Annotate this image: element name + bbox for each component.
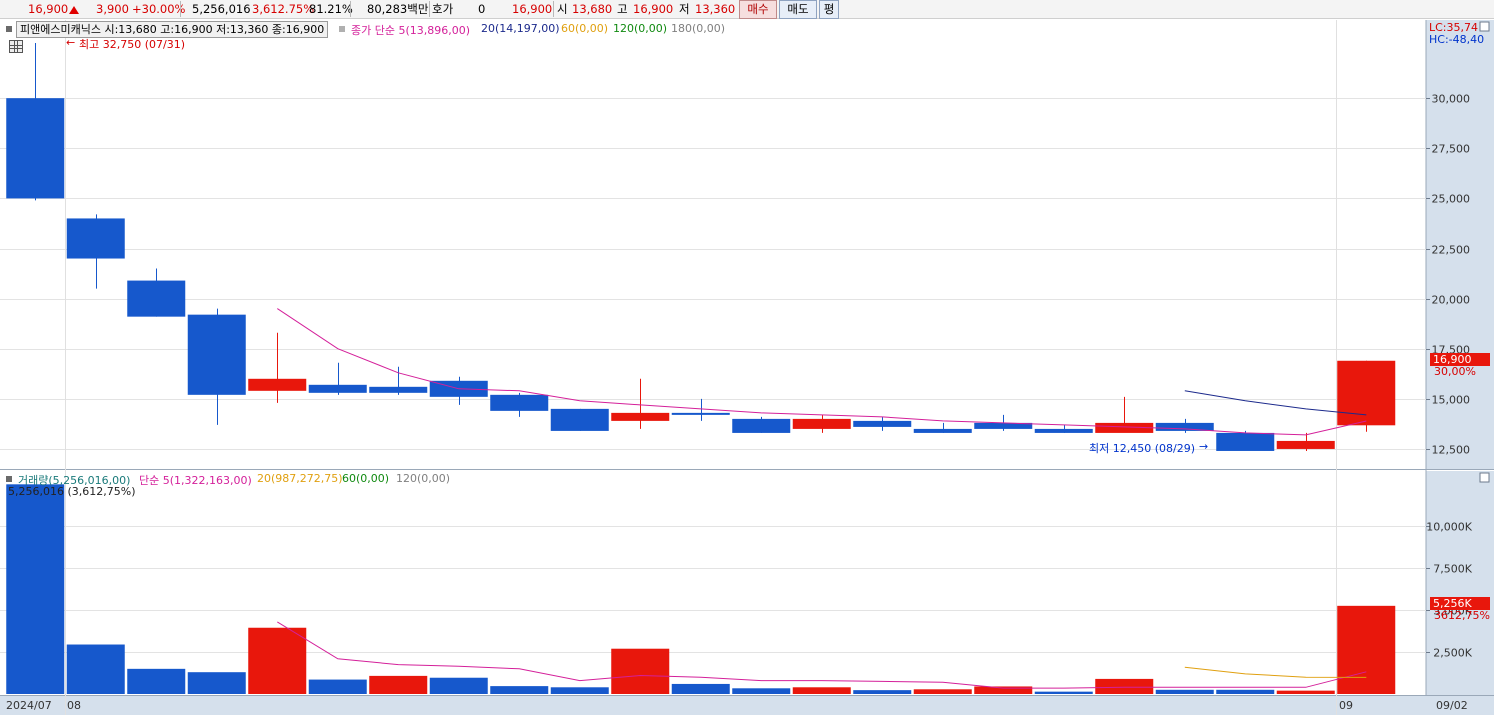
volume-bar (490, 686, 549, 694)
candle-body (1276, 440, 1335, 449)
expand-icon[interactable] (1479, 21, 1490, 32)
legend-vol-ma60: 60(0,00) (342, 472, 390, 485)
time-axis-panel (0, 695, 1494, 715)
volume-bar (187, 672, 246, 694)
volume-bar (308, 679, 367, 694)
volume-bar (913, 689, 972, 694)
candle-body (1216, 432, 1275, 451)
time-axis-label: 09 (1339, 699, 1353, 712)
low-note: 최저 12,450 (08/29) (1089, 442, 1196, 455)
high-note: 최고 32,750 (07/31) (79, 38, 186, 51)
last-pct-tag: 30,00% (1434, 365, 1476, 378)
low-arrow-icon: → (1199, 440, 1209, 453)
volume-bar (671, 683, 730, 694)
candle-body (127, 280, 186, 317)
candle-body (308, 384, 367, 393)
price-tick-label: 20,000 (1432, 294, 1471, 307)
volume-bar (853, 690, 912, 694)
time-axis-label: 09/02 (1436, 699, 1468, 712)
candle-body (187, 314, 246, 395)
candle-body (792, 418, 851, 429)
volume-tick-label: 10,000K (1426, 521, 1472, 534)
expand-volume-icon[interactable] (1479, 472, 1490, 483)
candle-body (248, 378, 307, 391)
candle-body (6, 98, 65, 199)
volume-bar (974, 686, 1033, 694)
candle-body (66, 218, 125, 259)
candle-body (732, 418, 791, 433)
price-tick-label: 22,500 (1432, 244, 1471, 257)
price-tick-label: 25,000 (1432, 193, 1471, 206)
legend-vol-ma20: 20(987,272,75) (257, 472, 343, 485)
volume-bar (1276, 690, 1335, 694)
volume-bar (792, 687, 851, 694)
candle-body (611, 412, 670, 421)
candle-body (490, 394, 549, 411)
legend-ma60: 60(0,00) (561, 22, 609, 35)
volume-bar (732, 688, 791, 694)
volume-axis-panel (1426, 471, 1494, 695)
volume-bar (611, 648, 670, 694)
last-volume-pct-tag: 3612,75% (1434, 609, 1490, 622)
candle-body (550, 408, 609, 431)
ma-handle-icon[interactable] (339, 26, 345, 32)
legend-ma180: 180(0,00) (671, 22, 726, 35)
price-tick-label: 15,000 (1432, 394, 1471, 407)
stock-chart[interactable]: 12,50015,00017,50020,00022,50025,00027,5… (0, 0, 1494, 715)
time-axis-label: 2024/07 (6, 699, 52, 712)
panel-handle-icon[interactable] (6, 26, 12, 32)
high-arrow-icon: ← (66, 36, 76, 49)
volume-bar (1337, 605, 1396, 694)
candle-body (1337, 360, 1396, 426)
volume-tick-label: 7,500K (1433, 563, 1472, 576)
candle-body (1034, 428, 1093, 433)
volume-bar (6, 484, 65, 694)
legend-ma120: 120(0,00) (613, 22, 668, 35)
candle-body (369, 386, 428, 393)
volume-bar (429, 677, 488, 694)
volume-bar (66, 644, 125, 694)
time-axis-label: 08 (67, 699, 81, 712)
legend-ma20: 20(14,197,00) (481, 22, 560, 35)
volume-bar (550, 687, 609, 694)
volume-tick-label: 2,500K (1433, 647, 1472, 660)
price-tick-label: 30,000 (1432, 93, 1471, 106)
hc-value: HC:-48,40 (1429, 33, 1485, 46)
volume-note: 5,256,016 (3,612,75%) (8, 485, 136, 498)
grid-icon[interactable] (9, 40, 23, 53)
volume-handle-icon[interactable] (6, 476, 12, 482)
legend-vol-ma5: 단순 5(1,322,163,00) (139, 474, 252, 487)
price-tick-label: 12,500 (1432, 444, 1471, 457)
volume-bar (369, 675, 428, 694)
volume-bar (127, 668, 186, 694)
volume-bar (248, 627, 307, 694)
candle-body (1155, 422, 1214, 431)
candle-body (913, 428, 972, 433)
price-ma5-line (277, 308, 1367, 436)
legend-vol-ma120: 120(0,00) (396, 472, 451, 485)
volume-bar (1216, 689, 1275, 694)
candle-body (671, 412, 730, 415)
volume-bar (1155, 689, 1214, 694)
legend-ma5: 종가 단순 5(13,896,00) (351, 24, 471, 37)
price-tick-label: 27,500 (1432, 143, 1471, 156)
volume-bar (1095, 678, 1154, 694)
volume-bar (1034, 691, 1093, 694)
candle-body (853, 420, 912, 427)
